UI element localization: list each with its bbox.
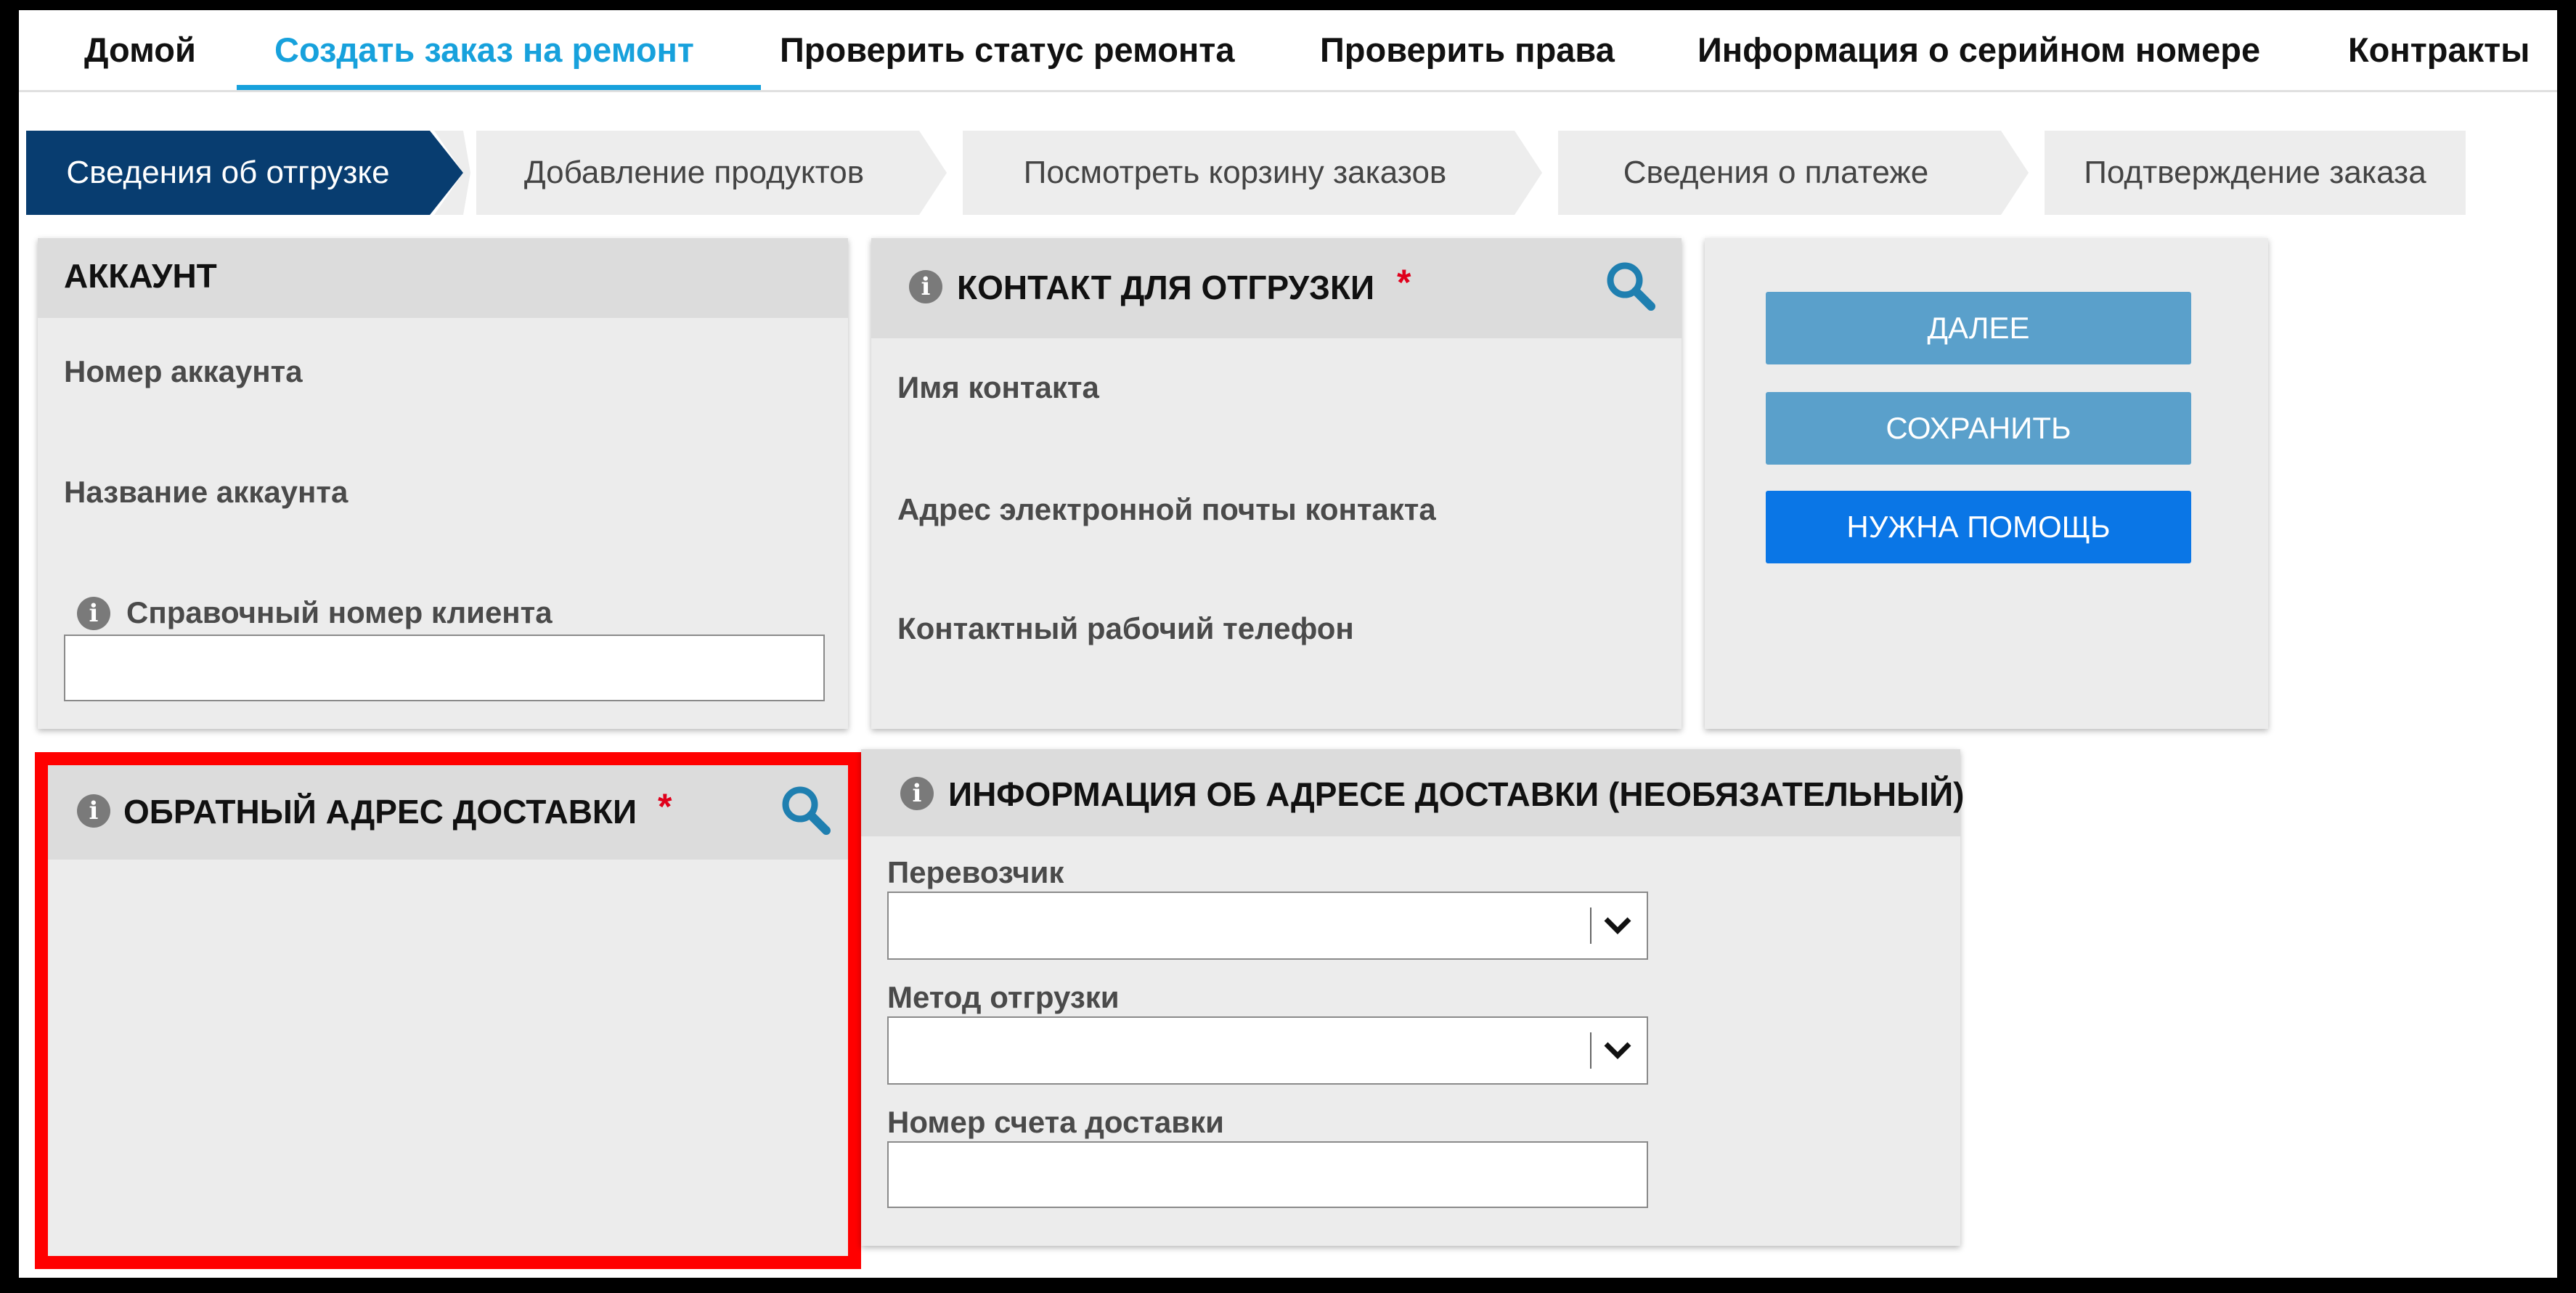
step-arrow — [1507, 131, 1542, 215]
step-add-products[interactable]: Добавление продуктов — [476, 131, 912, 215]
required-mark: * — [1397, 262, 1411, 303]
app-frame: Домой Создать заказ на ремонт Проверить … — [19, 10, 2557, 1278]
shipping-account-input[interactable] — [887, 1141, 1648, 1208]
account-panel: АККАУНТ Номер аккаунта Название аккаунта… — [38, 238, 848, 729]
nav-item-create-repair-order[interactable]: Создать заказ на ремонт — [274, 10, 694, 90]
step-arrow — [912, 131, 947, 215]
shipping-contact-panel: i КОНТАКТ ДЛЯ ОТГРУЗКИ * Имя контакта Ад… — [871, 238, 1682, 729]
order-steps: Сведения об отгрузке Добавление продукто… — [26, 131, 2466, 215]
step-label: Сведения о платеже — [1623, 155, 1929, 190]
highlight-box — [35, 752, 861, 1269]
carrier-label: Перевозчик — [887, 855, 1064, 889]
step-view-cart[interactable]: Посмотреть корзину заказов — [963, 131, 1507, 215]
account-panel-title: АККАУНТ — [38, 238, 848, 318]
step-arrow — [1994, 131, 2029, 215]
carrier-select[interactable] — [887, 892, 1648, 960]
customer-reference-label: Справочный номер клиента — [126, 595, 553, 629]
step-payment-info[interactable]: Сведения о платеже — [1558, 131, 1994, 215]
customer-reference-input[interactable] — [64, 635, 825, 701]
step-label: Посмотреть корзину заказов — [1023, 155, 1447, 190]
top-nav: Домой Создать заказ на ремонт Проверить … — [19, 10, 2557, 92]
step-order-confirmation[interactable]: Подтверждение заказа — [2045, 131, 2466, 215]
shipping-contact-title: КОНТАКТ ДЛЯ ОТГРУЗКИ — [957, 269, 1375, 306]
account-name-label: Название аккаунта — [64, 475, 349, 509]
contact-phone-label: Контактный рабочий телефон — [897, 611, 1354, 645]
info-icon[interactable]: i — [909, 270, 942, 303]
shipping-account-label: Номер счета доставки — [887, 1105, 1224, 1139]
chevron-down-icon — [1604, 1042, 1631, 1059]
contact-email-label: Адрес электронной почты контакта — [897, 492, 1436, 526]
step-shipping-info[interactable]: Сведения об отгрузке — [26, 131, 430, 215]
account-number-label: Номер аккаунта — [64, 354, 303, 388]
nav-item-serial-number-info[interactable]: Информация о серийном номере — [1697, 10, 2260, 90]
step-label: Добавление продуктов — [523, 155, 865, 190]
nav-item-home[interactable]: Домой — [84, 10, 196, 90]
select-divider — [1590, 1032, 1591, 1069]
need-help-button[interactable]: НУЖНА ПОМОЩЬ — [1766, 491, 2191, 563]
step-arrow — [434, 131, 470, 215]
delivery-info-header: i ИНФОРМАЦИЯ ОБ АДРЕСЕ ДОСТАВКИ (НЕОБЯЗА… — [861, 749, 1964, 836]
step-label: Сведения об отгрузке — [66, 155, 390, 190]
info-icon[interactable]: i — [77, 597, 110, 630]
delivery-info-title: ИНФОРМАЦИЯ ОБ АДРЕСЕ ДОСТАВКИ (НЕОБЯЗАТЕ… — [948, 775, 1965, 813]
nav-item-check-repair-status[interactable]: Проверить статус ремонта — [780, 10, 1234, 90]
next-button[interactable]: ДАЛЕЕ — [1766, 292, 2191, 364]
shipping-method-select[interactable] — [887, 1016, 1648, 1085]
delivery-info-panel: i ИНФОРМАЦИЯ ОБ АДРЕСЕ ДОСТАВКИ (НЕОБЯЗА… — [861, 749, 1964, 1246]
actions-panel: ДАЛЕЕ СОХРАНИТЬ НУЖНА ПОМОЩЬ — [1705, 238, 2268, 729]
nav-item-contracts[interactable]: Контракты — [2348, 10, 2530, 90]
shipping-method-label: Метод отгрузки — [887, 980, 1120, 1014]
info-icon[interactable]: i — [900, 777, 934, 810]
save-button[interactable]: СОХРАНИТЬ — [1766, 392, 2191, 465]
search-icon[interactable] — [1605, 260, 1657, 312]
shipping-contact-header: i КОНТАКТ ДЛЯ ОТГРУЗКИ * — [871, 238, 1682, 338]
nav-active-underline — [237, 85, 761, 90]
chevron-down-icon — [1604, 917, 1631, 934]
step-label: Подтверждение заказа — [2084, 155, 2426, 190]
contact-name-label: Имя контакта — [897, 370, 1099, 404]
select-divider — [1590, 907, 1591, 944]
nav-item-check-entitlement[interactable]: Проверить права — [1320, 10, 1615, 90]
